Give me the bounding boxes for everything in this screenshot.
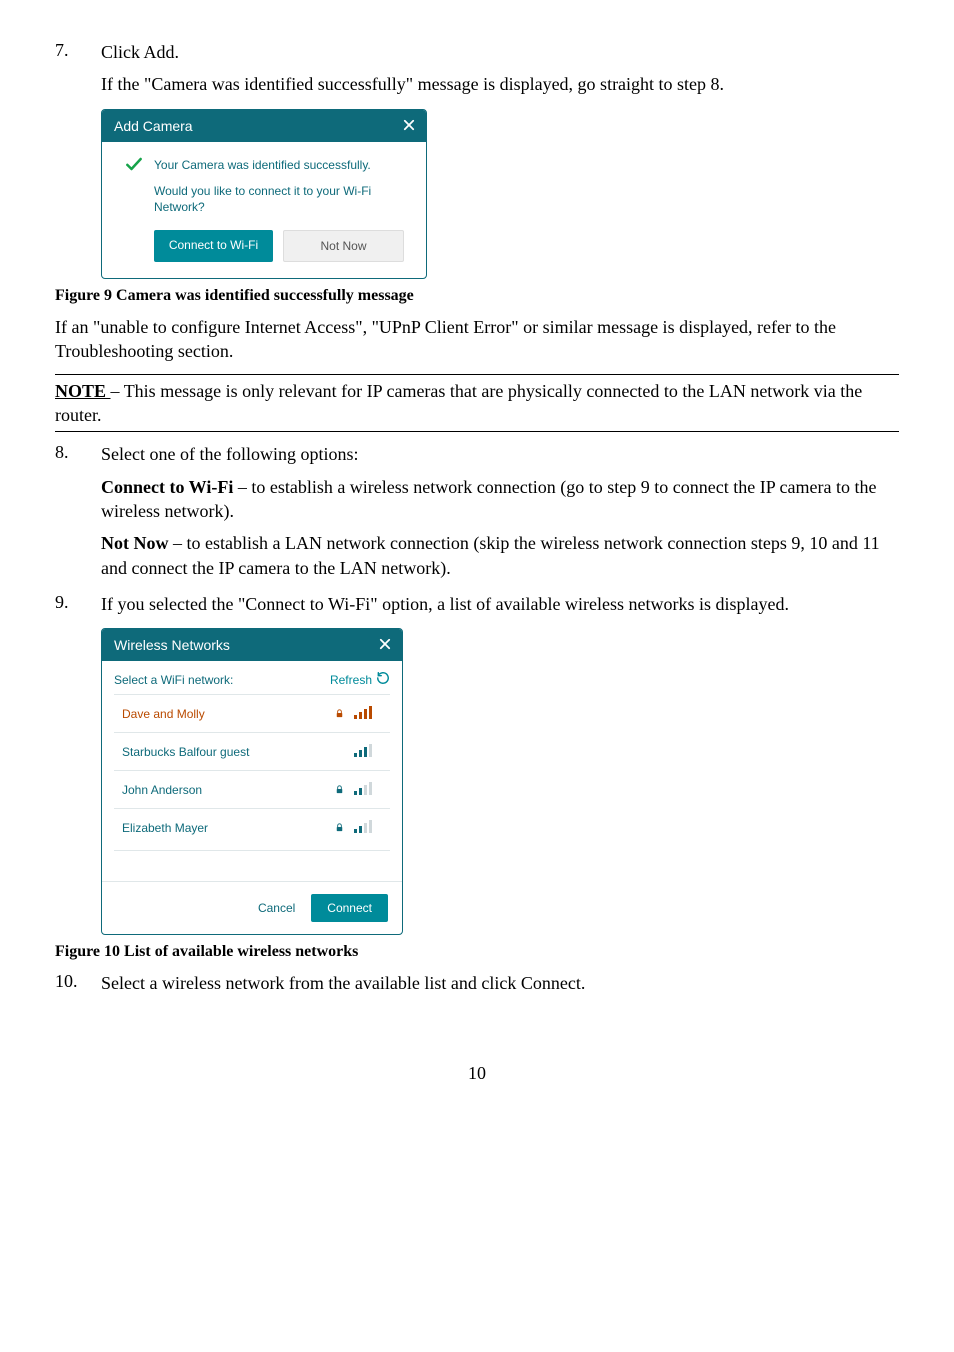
network-name: Elizabeth Mayer — [122, 821, 208, 835]
network-list: Dave and Molly Starbucks Balfour guest Joh… — [102, 694, 402, 850]
step-body: If you selected the "Connect to Wi-Fi" o… — [101, 592, 899, 624]
step-body: Select a wireless network from the avail… — [101, 971, 899, 1003]
figure-9-caption: Figure 9 Camera was identified successfu… — [55, 287, 899, 305]
success-message: Your Camera was identified successfully. — [154, 158, 371, 172]
close-icon[interactable] — [378, 635, 392, 655]
network-status — [332, 705, 384, 722]
step-intro: Select one of the following options: — [101, 442, 899, 466]
signal-bars-icon — [354, 781, 372, 798]
dialog-title: Wireless Networks — [114, 637, 230, 653]
connect-button[interactable]: Connect — [311, 894, 388, 922]
note-block: NOTE – This message is only relevant for… — [55, 374, 899, 433]
lock-icon — [332, 821, 346, 834]
network-item[interactable]: Elizabeth Mayer — [114, 808, 390, 846]
step-9: 9. If you selected the "Connect to Wi-Fi… — [55, 592, 899, 624]
step-text: Select a wireless network from the avail… — [101, 971, 899, 995]
step-number: 7. — [55, 40, 83, 105]
signal-bars-icon — [354, 819, 372, 836]
network-item[interactable]: Starbucks Balfour guest — [114, 732, 390, 770]
option-not-now: Not Now – to establish a LAN network con… — [101, 531, 899, 580]
not-now-button[interactable]: Not Now — [283, 230, 404, 262]
network-status — [332, 781, 384, 798]
note-body: – This message is only relevant for IP c… — [55, 381, 862, 425]
success-row: Your Camera was identified successfully. — [124, 154, 404, 177]
network-name: Starbucks Balfour guest — [122, 745, 249, 759]
step-number: 9. — [55, 592, 83, 624]
cancel-button[interactable]: Cancel — [258, 901, 295, 915]
network-name: Dave and Molly — [122, 707, 205, 721]
checkmark-icon — [124, 154, 144, 177]
dialog-subheader: Select a WiFi network: Refresh — [102, 661, 402, 694]
dialog-title-bar: Wireless Networks — [102, 629, 402, 661]
wireless-networks-dialog: Wireless Networks Select a WiFi network:… — [101, 628, 403, 935]
refresh-icon — [376, 671, 390, 688]
dialog-buttons: Connect to Wi-Fi Not Now — [154, 230, 404, 262]
step-7-followup: If an "unable to configure Internet Acce… — [55, 315, 899, 364]
network-status — [332, 819, 384, 836]
step-10: 10. Select a wireless network from the a… — [55, 971, 899, 1003]
dialog-body: Your Camera was identified successfully.… — [102, 142, 426, 279]
step-8: 8. Select one of the following options: … — [55, 442, 899, 587]
dialog-question: Would you like to connect it to your Wi-… — [154, 183, 404, 217]
step-text: Click Add. — [101, 40, 899, 64]
step-body: Select one of the following options: Con… — [101, 442, 899, 587]
refresh-button[interactable]: Refresh — [330, 671, 390, 688]
note-label: NOTE — [55, 381, 111, 401]
close-icon[interactable] — [402, 116, 416, 136]
step-number: 8. — [55, 442, 83, 587]
network-status — [332, 743, 384, 760]
network-name: John Anderson — [122, 783, 202, 797]
network-item[interactable]: Dave and Molly — [114, 694, 390, 732]
step-number: 10. — [55, 971, 83, 1003]
network-item[interactable]: John Anderson — [114, 770, 390, 808]
step-text: If the "Camera was identified successful… — [101, 72, 899, 96]
lock-icon — [332, 707, 346, 720]
step-text: If you selected the "Connect to Wi-Fi" o… — [101, 592, 899, 616]
option-connect-wifi: Connect to Wi-Fi – to establish a wirele… — [101, 475, 899, 524]
step-body: Click Add. If the "Camera was identified… — [101, 40, 899, 105]
signal-bars-icon — [354, 743, 372, 760]
page-number: 10 — [55, 1063, 899, 1084]
signal-bars-icon — [354, 705, 372, 722]
connect-wifi-button[interactable]: Connect to Wi-Fi — [154, 230, 273, 262]
dialog-footer: Cancel Connect — [102, 881, 402, 934]
figure-10-caption: Figure 10 List of available wireless net… — [55, 943, 899, 961]
step-7: 7. Click Add. If the "Camera was identif… — [55, 40, 899, 105]
add-camera-dialog: Add Camera Your Camera was identified su… — [101, 109, 427, 280]
list-spacer — [114, 850, 390, 881]
select-label: Select a WiFi network: — [114, 673, 233, 687]
lock-icon — [332, 783, 346, 796]
dialog-title-bar: Add Camera — [102, 110, 426, 142]
dialog-title: Add Camera — [114, 118, 193, 134]
